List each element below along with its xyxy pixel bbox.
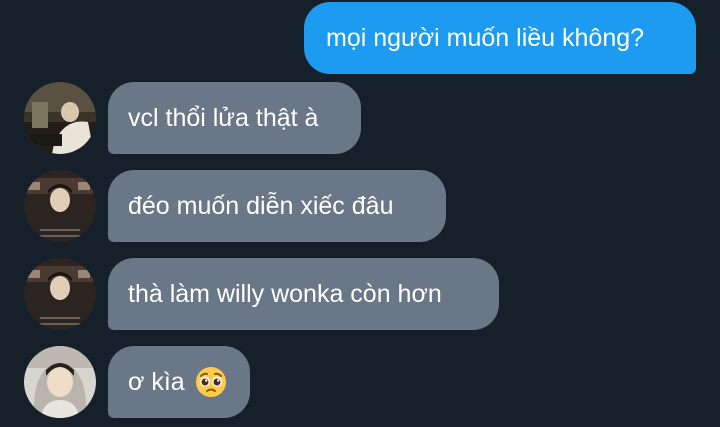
received-message-bubble[interactable]: ơ kìa — [108, 346, 250, 418]
sent-message-bubble[interactable]: mọi người muốn liều không? — [304, 2, 696, 74]
message-text: thà làm willy wonka còn hơn — [128, 279, 442, 308]
received-message-bubble[interactable]: đéo muốn diễn xiếc đâu — [108, 170, 446, 242]
pleading-face-icon — [195, 366, 227, 398]
avatar-photo-4 — [24, 346, 96, 418]
message-text: vcl thổi lửa thật à — [128, 103, 319, 132]
received-message-bubble[interactable]: vcl thổi lửa thật à — [108, 82, 361, 154]
received-message-bubble[interactable]: thà làm willy wonka còn hơn — [108, 258, 499, 330]
chat-thread: mọi người muốn liều không? vcl thổi lửa … — [0, 0, 720, 427]
avatar-photo-1 — [24, 82, 96, 154]
avatar-photo-2 — [24, 170, 96, 242]
avatar[interactable] — [24, 82, 96, 154]
avatar[interactable] — [24, 258, 96, 330]
avatar[interactable] — [24, 346, 96, 418]
avatar-photo-3 — [24, 258, 96, 330]
message-text: đéo muốn diễn xiếc đâu — [128, 191, 394, 220]
avatar[interactable] — [24, 170, 96, 242]
message-text: ơ kìa — [128, 367, 185, 396]
message-text: mọi người muốn liều không? — [326, 23, 645, 52]
